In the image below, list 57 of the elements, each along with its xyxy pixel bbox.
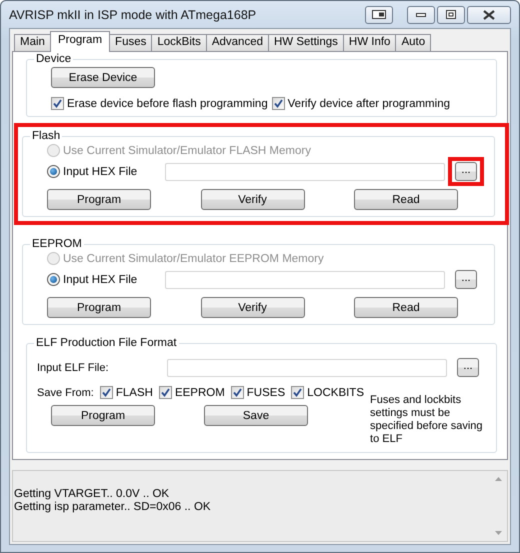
file-path-field[interactable] <box>167 358 447 376</box>
action-button[interactable]: Save <box>204 405 308 426</box>
checkbox[interactable]: EEPROM <box>158 386 225 399</box>
erase-device-button[interactable]: Erase Device <box>51 67 155 88</box>
tab[interactable]: Program <box>50 31 110 52</box>
file-path-field[interactable] <box>165 162 445 180</box>
group-title: ELF Production File Format <box>35 337 178 349</box>
check-icon <box>102 388 111 397</box>
log-line: Getting isp parameter.. SD=0x06 .. OK <box>14 501 212 514</box>
action-button[interactable]: Verify <box>200 189 304 210</box>
checkbox[interactable]: Verify device after programming <box>272 97 450 110</box>
browse-button[interactable]: ... <box>455 162 477 181</box>
window-title: AVRISP mkII in ISP mode with ATmega168P <box>9 8 258 22</box>
action-button[interactable]: Read <box>354 297 458 318</box>
check-icon <box>232 388 242 397</box>
maximize-icon <box>446 10 456 19</box>
checkbox[interactable]: LOCKBITS <box>291 386 364 399</box>
scroll-up-icon[interactable] <box>495 477 502 481</box>
action-button[interactable]: Program <box>51 405 155 426</box>
field-label: Save From: <box>37 386 94 398</box>
tab[interactable]: Advanced <box>206 34 269 51</box>
minimize-icon <box>416 12 426 16</box>
field-label: Input ELF File: <box>37 362 109 374</box>
close-icon <box>483 10 495 20</box>
action-button[interactable]: Program <box>47 189 151 210</box>
group-title: EEPROM <box>31 238 83 250</box>
check-icon <box>53 99 62 108</box>
action-button[interactable]: Read <box>354 189 458 210</box>
tab[interactable]: Main <box>14 34 51 51</box>
tab[interactable]: HW Settings <box>268 34 344 51</box>
checkbox[interactable]: FLASH <box>100 386 153 399</box>
browse-button[interactable]: ... <box>455 270 477 289</box>
check-icon <box>160 388 170 397</box>
tab[interactable]: Auto <box>395 34 432 51</box>
scroll-down-icon[interactable] <box>495 531 502 535</box>
window-layout-icon <box>372 10 386 19</box>
file-path-field[interactable] <box>165 270 445 288</box>
action-button[interactable]: Verify <box>200 297 304 318</box>
radio-button[interactable]: Input HEX File <box>47 165 138 178</box>
group-title: Device <box>35 53 72 65</box>
tab[interactable]: LockBits <box>151 34 207 51</box>
log-line: Getting VTARGET.. 0.0V .. OK <box>14 488 170 501</box>
tab[interactable]: Fuses <box>109 34 152 51</box>
radio-button[interactable]: Input HEX File <box>47 273 138 286</box>
action-button[interactable]: Program <box>47 297 151 318</box>
group-title: Flash <box>31 130 62 142</box>
note-text: Fuses and lockbits settings must be specified before saving to ELF <box>370 394 484 446</box>
browse-button[interactable]: ... <box>457 358 479 377</box>
checkbox[interactable]: Erase device before flash programming <box>51 97 268 110</box>
minimize-button[interactable] <box>407 6 435 24</box>
checkbox[interactable]: FUSES <box>230 386 286 399</box>
close-button[interactable] <box>467 6 511 24</box>
check-icon <box>293 388 302 397</box>
maximize-button[interactable] <box>437 6 465 24</box>
tab[interactable]: HW Info <box>342 34 396 51</box>
window-button[interactable] <box>365 6 393 24</box>
check-icon <box>274 99 283 108</box>
